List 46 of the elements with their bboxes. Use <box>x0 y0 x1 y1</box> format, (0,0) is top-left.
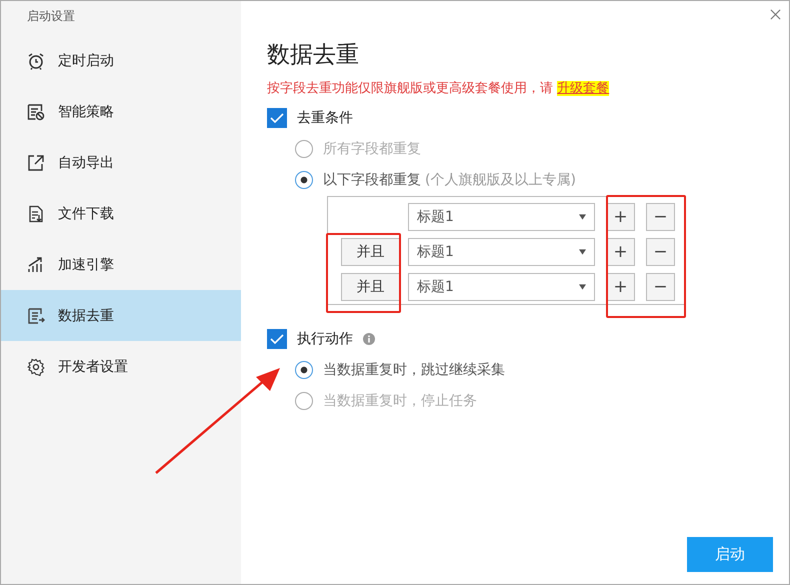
caret-icon <box>579 249 586 255</box>
add-button[interactable]: + <box>606 238 635 266</box>
connector-button[interactable]: 并且 <box>341 238 400 266</box>
radio-button[interactable] <box>295 171 313 189</box>
upgrade-notice: 按字段去重功能仅限旗舰版或更高级套餐使用，请 升级套餐 <box>267 80 610 98</box>
radio-label: 所有字段都重复 <box>323 140 421 158</box>
alarm-clock-icon <box>27 52 45 70</box>
checkbox[interactable] <box>267 108 287 128</box>
sidebar-item[interactable]: 智能策略 <box>1 86 241 137</box>
document-icon <box>27 102 45 120</box>
close-icon[interactable] <box>770 9 781 20</box>
checkbox[interactable] <box>267 329 287 349</box>
remove-button[interactable]: − <box>646 203 675 231</box>
radio-button[interactable] <box>295 361 313 379</box>
caret-icon <box>579 284 586 290</box>
sidebar-item[interactable]: 文件下载 <box>1 188 241 239</box>
field-dropdown[interactable]: 标题1 <box>408 203 595 231</box>
caret-icon <box>579 214 586 220</box>
remove-button[interactable]: − <box>646 273 675 301</box>
sidebar-item[interactable]: 定时启动 <box>1 35 241 86</box>
add-button[interactable]: + <box>606 203 635 231</box>
sidebar-item[interactable]: 开发者设置 <box>1 341 241 392</box>
radio-button[interactable] <box>295 392 313 410</box>
checkbox-label: 去重条件 <box>297 109 353 127</box>
sidebar-item[interactable]: 数据去重 <box>1 290 241 341</box>
radio-note: (个人旗舰版及以上专属) <box>425 171 576 189</box>
field-dropdown[interactable]: 标题1 <box>408 238 595 266</box>
file-download-icon <box>27 204 45 222</box>
add-button[interactable]: + <box>606 273 635 301</box>
info-icon[interactable] <box>363 333 375 345</box>
remove-button[interactable]: − <box>646 238 675 266</box>
share-icon <box>27 154 45 172</box>
settings-icon <box>27 358 45 376</box>
radio-label: 当数据重复时，跳过继续采集 <box>323 361 505 379</box>
connector-button[interactable]: 并且 <box>341 273 400 301</box>
list-icon <box>27 306 45 324</box>
radio-label: 当数据重复时，停止任务 <box>323 392 477 410</box>
field-dropdown[interactable]: 标题1 <box>408 273 595 301</box>
sidebar-item[interactable]: 加速引擎 <box>1 239 241 290</box>
upgrade-link[interactable]: 升级套餐 <box>557 81 610 96</box>
sidebar-item[interactable]: 自动导出 <box>1 137 241 188</box>
radio-label: 以下字段都重复 <box>323 171 421 189</box>
window-title: 启动设置 <box>26 8 76 25</box>
radio-button[interactable] <box>295 140 313 158</box>
checkbox-label: 执行动作 <box>297 330 353 348</box>
page-heading: 数据去重 <box>267 41 360 70</box>
